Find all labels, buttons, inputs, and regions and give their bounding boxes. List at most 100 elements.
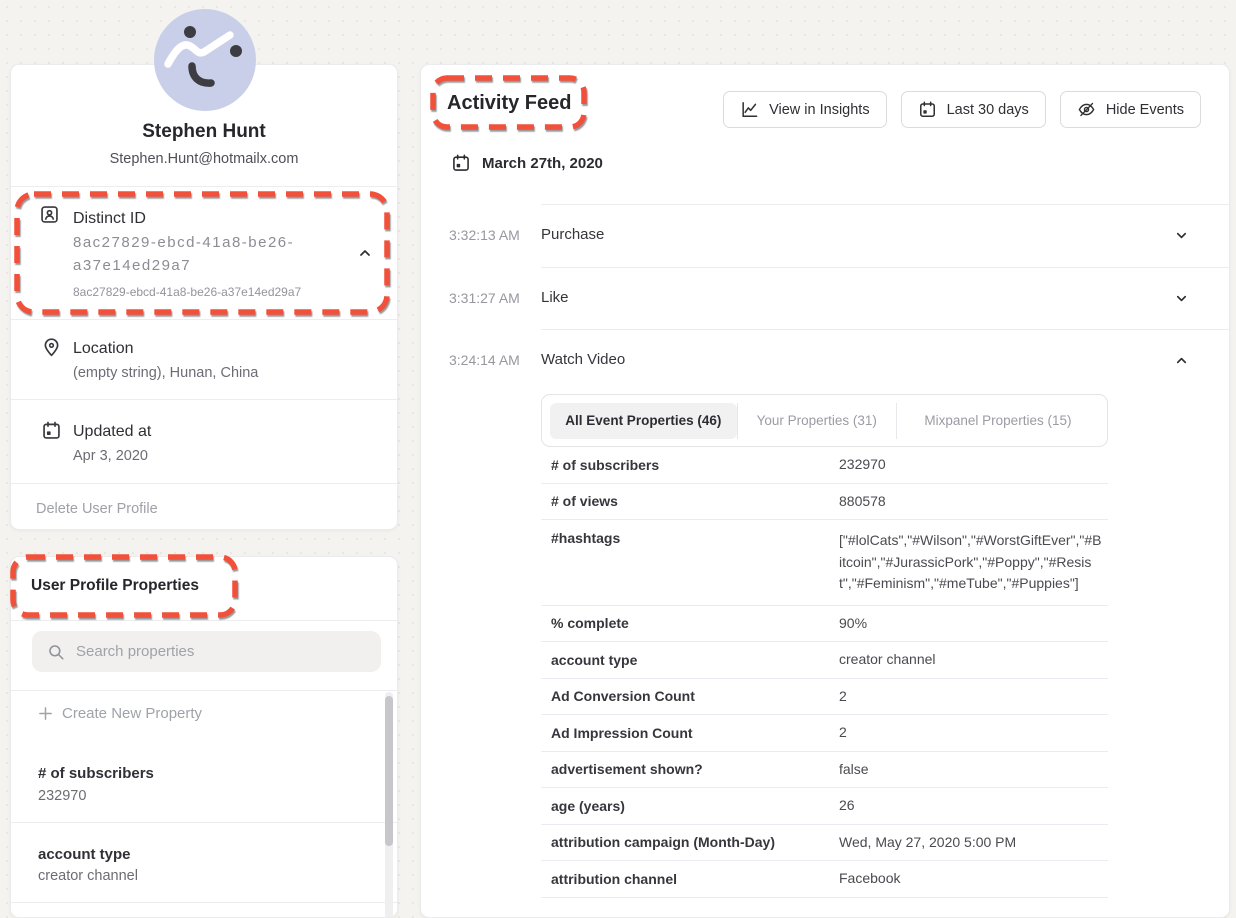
property-key: #hashtags: [541, 520, 839, 553]
table-row: Ad Conversion Count 2: [541, 679, 1108, 716]
updated-at-value: Apr 3, 2020: [73, 448, 148, 464]
distinct-id-label: Distinct ID: [73, 210, 146, 228]
tab-all-event-properties[interactable]: All Event Properties (46): [550, 403, 737, 439]
divider: [11, 690, 397, 691]
eye-off-icon: [1077, 100, 1096, 119]
tab-mixpanel-properties[interactable]: Mixpanel Properties (15): [896, 403, 1099, 439]
date-range-label: Last 30 days: [947, 102, 1029, 118]
property-value: false: [839, 752, 1108, 788]
table-row: account type creator channel: [541, 642, 1108, 679]
divider: [11, 399, 397, 400]
property-value: 2: [839, 679, 1108, 715]
chevron-down-icon: [1174, 291, 1189, 306]
chevron-down-icon: [1174, 228, 1189, 243]
divider: [11, 620, 397, 621]
activity-feed-card: Activity Feed View in Insights Last 30 d…: [420, 64, 1230, 918]
property-key: age (years): [541, 791, 839, 821]
property-value: Facebook: [839, 861, 1108, 897]
property-key: Ad Impression Count: [541, 718, 839, 748]
event-expand-button[interactable]: [1173, 291, 1189, 307]
property-value: Wed, May 27, 2020 5:00 PM: [839, 825, 1108, 861]
divider: [11, 319, 397, 320]
table-row: Ad Impression Count 2: [541, 715, 1108, 752]
properties-scrollbar-thumb[interactable]: [385, 696, 393, 846]
user-email: Stephen.Hunt@hotmailx.com: [11, 151, 397, 167]
property-value: 2: [839, 715, 1108, 751]
avatar-right-eye: [230, 45, 242, 57]
table-row: #hashtags ["#lolCats","#Wilson","#WorstG…: [541, 520, 1108, 606]
hide-events-label: Hide Events: [1106, 102, 1184, 118]
property-value: 232970: [38, 788, 86, 804]
location-value: (empty string), Hunan, China: [73, 365, 258, 381]
table-row: attribution campaign (Month-Day) Wed, Ma…: [541, 825, 1108, 862]
calendar-icon: [451, 153, 471, 173]
event-name: Watch Video: [541, 351, 625, 368]
divider: [11, 822, 397, 823]
property-value: 232970: [839, 447, 1108, 483]
property-value: 90%: [839, 606, 1108, 642]
updated-at-label: Updated at: [73, 423, 151, 441]
property-value: creator channel: [38, 868, 138, 884]
avatar-left-eye: [184, 26, 196, 38]
property-key: attribution campaign (Month-Day): [541, 827, 839, 857]
search-properties-input[interactable]: [32, 631, 381, 672]
calendar-icon: [918, 100, 937, 119]
user-name: Stephen Hunt: [11, 121, 397, 143]
table-row: age (years) 26: [541, 788, 1108, 825]
event-collapse-button[interactable]: [1173, 353, 1189, 369]
table-row: % complete 90%: [541, 606, 1108, 643]
event-properties-tabbar: All Event Properties (46) Your Propertie…: [541, 394, 1108, 447]
property-key: Ad Conversion Count: [541, 681, 839, 711]
table-row: # of views 880578: [541, 484, 1108, 521]
event-properties-table: All Event Properties (46) Your Propertie…: [541, 394, 1108, 898]
feed-date-label: March 27th, 2020: [482, 155, 603, 172]
property-key: # of subscribers: [541, 450, 839, 480]
chevron-up-icon: [357, 245, 373, 261]
event-name: Purchase: [541, 226, 604, 243]
property-name: account type: [38, 846, 131, 863]
property-key: # of views: [541, 486, 839, 516]
divider: [541, 204, 1229, 205]
hide-events-button[interactable]: Hide Events: [1060, 91, 1201, 128]
event-time: 3:24:14 AM: [449, 352, 520, 368]
plus-icon: [38, 706, 53, 721]
event-expand-button[interactable]: [1173, 228, 1189, 244]
map-pin-icon: [41, 337, 62, 358]
table-row: attribution channel Facebook: [541, 861, 1108, 898]
divider: [11, 186, 397, 187]
tab-your-properties[interactable]: Your Properties (31): [737, 403, 896, 439]
view-in-insights-label: View in Insights: [769, 102, 869, 118]
property-key: advertisement shown?: [541, 754, 839, 784]
property-value: 26: [839, 788, 1108, 824]
properties-title: User Profile Properties: [31, 577, 199, 595]
divider: [541, 267, 1229, 268]
divider: [11, 483, 397, 484]
chevron-up-icon: [1174, 353, 1189, 368]
distinct-id-collapse-button[interactable]: [357, 245, 373, 261]
date-range-button[interactable]: Last 30 days: [901, 91, 1046, 128]
property-value: 880578: [839, 484, 1108, 520]
property-key: attribution channel: [541, 864, 839, 894]
distinct-id-subtext: 8ac27829-ebcd-41a8-be26-a37e14ed29a7: [73, 285, 301, 299]
line-chart-icon: [740, 100, 759, 119]
property-key: account type: [541, 645, 839, 675]
property-name: # of subscribers: [38, 765, 154, 782]
user-profile-properties-card: User Profile Properties Create New Prope…: [10, 556, 398, 918]
event-name: Like: [541, 289, 569, 306]
view-in-insights-button[interactable]: View in Insights: [723, 91, 886, 128]
id-card-icon: [39, 204, 60, 225]
location-label: Location: [73, 340, 134, 358]
create-new-property-label: Create New Property: [62, 705, 202, 722]
table-row: # of subscribers 232970: [541, 447, 1108, 484]
divider: [541, 329, 1229, 330]
property-value: creator channel: [839, 642, 1108, 678]
delete-user-profile-link[interactable]: Delete User Profile: [36, 501, 158, 517]
divider: [11, 902, 397, 903]
user-avatar: [154, 9, 256, 111]
feed-date-header: March 27th, 2020: [451, 153, 603, 173]
property-value: ["#lolCats","#Wilson","#WorstGiftEver","…: [839, 520, 1108, 605]
event-time: 3:31:27 AM: [449, 290, 520, 306]
distinct-id-value: 8ac27829-ebcd-41a8-be26-a37e14ed29a7: [73, 231, 361, 277]
event-time: 3:32:13 AM: [449, 227, 520, 243]
create-new-property-button[interactable]: Create New Property: [38, 705, 202, 722]
